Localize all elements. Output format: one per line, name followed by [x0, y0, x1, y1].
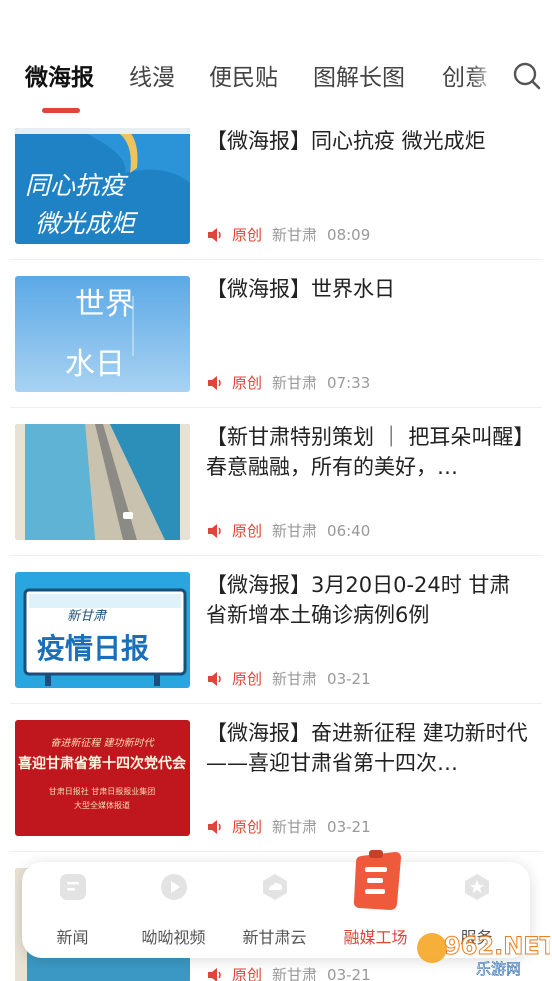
- media-workshop-icon: [353, 850, 401, 910]
- thumb-text-line1: 新甘肃: [67, 609, 108, 624]
- original-badge: 原创: [232, 818, 263, 836]
- tab-tujie-changtu[interactable]: 图解长图: [313, 58, 405, 92]
- service-icon: [465, 874, 489, 900]
- nav-label: 融媒工场: [343, 928, 408, 947]
- thumb-text-line2: 微光成炬: [35, 209, 139, 238]
- watermark-text: 乐游网: [476, 960, 521, 978]
- article-time: 03-21: [327, 965, 371, 981]
- speaker-icon[interactable]: [206, 819, 224, 835]
- thumb-text-line1: 奋进新征程 建功新时代: [50, 737, 154, 749]
- original-badge: 原创: [232, 522, 263, 540]
- article-title: 【微海报】同心抗疫 微光成炬: [206, 129, 486, 153]
- thumb-text-line2: 疫情日报: [37, 632, 149, 665]
- article-meta: 原创 新甘肃 06:40: [206, 520, 370, 541]
- tabs-fade-overlay: [470, 56, 510, 100]
- article-source: 新甘肃: [272, 374, 318, 392]
- article-source: 新甘肃: [272, 818, 318, 836]
- thumb-text-line3: 甘肃日报社 甘肃日报报业集团: [49, 786, 156, 796]
- nav-label: 新闻: [56, 928, 89, 947]
- original-badge: 原创: [232, 670, 263, 688]
- article-thumbnail: [15, 424, 190, 540]
- tab-xianman[interactable]: 线漫: [129, 58, 175, 92]
- article-thumbnail: 同心抗疫 微光成炬: [15, 128, 190, 244]
- search-icon: [513, 62, 541, 90]
- thumb-text-line1: 同心抗疫: [25, 171, 129, 200]
- article-source: 新甘肃: [272, 966, 318, 981]
- watermark-logo: 962.NET 乐游网: [414, 924, 552, 978]
- article-meta: 原创 新甘肃 03-21: [206, 668, 371, 689]
- nav-item-cloud[interactable]: 新甘肃云: [224, 862, 325, 958]
- article-time: 03-21: [327, 669, 371, 688]
- article-meta: 原创 新甘肃 08:09: [206, 224, 370, 245]
- tab-bianmintie[interactable]: 便民贴: [209, 58, 278, 92]
- article-title: 【微海报】世界水日: [206, 277, 395, 301]
- list-item[interactable]: 世界 水日 【微海报】世界水日 原创 新甘肃 07:33: [0, 260, 552, 408]
- original-badge: 原创: [232, 966, 263, 981]
- article-time: 07:33: [327, 373, 371, 392]
- article-source: 新甘肃: [272, 670, 318, 688]
- article-time: 06:40: [327, 521, 371, 540]
- speaker-icon[interactable]: [206, 227, 224, 243]
- speaker-icon[interactable]: [206, 523, 224, 539]
- list-item[interactable]: 奋进新征程 建功新时代 喜迎甘肃省第十四次党代会 甘肃日报社 甘肃日报报业集团 …: [0, 704, 552, 852]
- article-source: 新甘肃: [272, 226, 318, 244]
- thumb-text-line4: 大型全媒体报道: [74, 800, 130, 810]
- speaker-icon[interactable]: [206, 967, 224, 981]
- article-time: 08:09: [327, 225, 371, 244]
- thumb-text-line1: 世界: [75, 287, 135, 322]
- speaker-icon[interactable]: [206, 375, 224, 391]
- video-icon: [161, 874, 187, 900]
- cloud-icon: [263, 874, 287, 900]
- watermark-brand: 962.NET: [444, 932, 550, 960]
- original-badge: 原创: [232, 226, 263, 244]
- speaker-icon[interactable]: [206, 671, 224, 687]
- list-item[interactable]: 同心抗疫 微光成炬 【微海报】同心抗疫 微光成炬 原创 新甘肃 08:09: [0, 112, 552, 260]
- list-item[interactable]: 新甘肃 疫情日报 【微海报】3月20日0-24时 甘肃省新增本土确诊病例6例 原…: [0, 556, 552, 704]
- article-meta: 原创 新甘肃 07:33: [206, 372, 370, 393]
- tab-weihaibao[interactable]: 微海报: [25, 58, 94, 92]
- thumb-text-line2: 水日: [65, 347, 125, 382]
- article-title: 【新甘肃特别策划 ｜ 把耳朵叫醒】春意融融，所有的美好，…: [206, 425, 524, 479]
- thumb-text-line2: 喜迎甘肃省第十四次党代会: [18, 755, 187, 772]
- article-meta: 原创 新甘肃 03-21: [206, 964, 371, 981]
- category-tabs: 微海报 线漫 便民贴 图解长图 创意: [0, 56, 552, 120]
- nav-item-news[interactable]: 新闻: [22, 862, 123, 958]
- nav-label: 呦呦视频: [141, 928, 206, 947]
- news-icon: [60, 874, 86, 900]
- nav-item-video[interactable]: 呦呦视频: [123, 862, 224, 958]
- article-thumbnail: 新甘肃 疫情日报: [15, 572, 190, 688]
- article-source: 新甘肃: [272, 522, 318, 540]
- article-thumbnail: 世界 水日: [15, 276, 190, 392]
- article-meta: 原创 新甘肃 03-21: [206, 816, 371, 837]
- article-time: 03-21: [327, 817, 371, 836]
- article-title: 【微海报】3月20日0-24时 甘肃省新增本土确诊病例6例: [206, 573, 511, 627]
- list-item[interactable]: 【新甘肃特别策划 ｜ 把耳朵叫醒】春意融融，所有的美好，… 原创 新甘肃 06:…: [0, 408, 552, 556]
- original-badge: 原创: [232, 374, 263, 392]
- nav-item-media-workshop[interactable]: 融媒工场: [325, 850, 426, 958]
- article-thumbnail: 奋进新征程 建功新时代 喜迎甘肃省第十四次党代会 甘肃日报社 甘肃日报报业集团 …: [15, 720, 190, 836]
- search-button[interactable]: [508, 56, 548, 96]
- article-title: 【微海报】奋进新征程 建功新时代——喜迎甘肃省第十四次…: [206, 721, 528, 775]
- nav-label: 新甘肃云: [242, 928, 307, 947]
